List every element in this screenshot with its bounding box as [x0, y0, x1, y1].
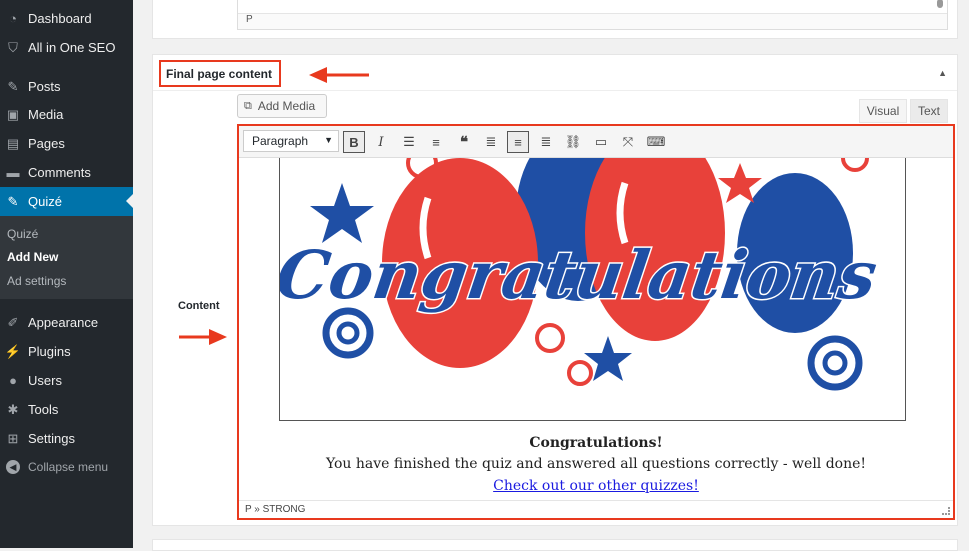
chevron-down-icon: ▼ [324, 135, 333, 145]
pin-icon: ✎ [7, 193, 19, 209]
link-icon[interactable]: ⛓ [562, 131, 584, 153]
pin-icon: ✎ [7, 78, 19, 94]
sidebar-item-label: All in One SEO [28, 40, 116, 55]
image-congratulations-text: Congratulations [280, 236, 882, 314]
collapse-label: Collapse menu [28, 460, 109, 474]
congratulations-image-graphic: Congratulations [280, 158, 883, 391]
content-label: Content [178, 300, 220, 312]
sidebar-item-dashboard[interactable]: ◔ Dashboard [0, 4, 133, 33]
document-paragraph[interactable]: You have finished the quiz and answered … [239, 456, 953, 472]
next-panel [152, 539, 958, 551]
previous-editor[interactable]: P [237, 0, 948, 30]
sidebar-item-settings[interactable]: ⊞ Settings [0, 424, 133, 453]
fullscreen-icon[interactable]: ⤧ [617, 131, 639, 153]
panel-title: Final page content [159, 60, 281, 87]
sidebar-item-label: Plugins [28, 344, 71, 359]
sidebar-item-seo[interactable]: ⛉ All in One SEO [0, 33, 133, 62]
content-editor[interactable]: Paragraph ▼ B I ☰ ≡ ❝ ≣ ≡ ≣ ⛓ ▭ ⤧ ⌨ Cong… [237, 124, 955, 520]
admin-sidebar: ◔ Dashboard ⛉ All in One SEO ✎ Posts ▣ M… [0, 0, 133, 548]
tab-visual[interactable]: Visual [859, 99, 907, 123]
final-page-content-panel: Final page content ▲ ⧉ Add Media Visual … [152, 54, 958, 526]
sidebar-item-pages[interactable]: ▤ Pages [0, 129, 133, 158]
pages-icon: ▤ [6, 135, 20, 151]
format-select[interactable]: Paragraph ▼ [243, 130, 339, 152]
sidebar-item-label: Quizé [28, 194, 62, 209]
sidebar-item-label: Appearance [28, 315, 99, 330]
blockquote-button[interactable]: ❝ [453, 131, 475, 153]
scrollbar[interactable] [937, 0, 943, 8]
brush-icon: ✐ [7, 314, 19, 330]
quize-submenu: Quizé Add New Ad settings [0, 216, 133, 299]
comment-icon: ▬ [6, 165, 20, 180]
wrench-icon: ✱ [7, 401, 19, 417]
other-quizzes-link[interactable]: Check out our other quizzes! [239, 478, 953, 494]
sidebar-item-users[interactable]: ● Users [0, 366, 133, 395]
bold-button[interactable]: B [343, 131, 365, 153]
sidebar-item-label: Users [28, 373, 62, 388]
italic-button[interactable]: I [370, 131, 392, 153]
submenu-item-add-new[interactable]: Add New [7, 250, 58, 264]
sidebar-item-label: Comments [28, 165, 91, 180]
media-icon: ⧉ [244, 99, 252, 112]
sidebar-item-appearance[interactable]: ✐ Appearance [0, 308, 133, 337]
congratulations-image[interactable]: Congratulations [279, 158, 906, 421]
previous-editor-panel: P [152, 0, 958, 39]
numbered-list-button[interactable]: ≡ [425, 131, 447, 153]
resize-handle-icon[interactable] [942, 507, 950, 515]
sidebar-item-posts[interactable]: ✎ Posts [0, 72, 133, 101]
editor-toolbar: Paragraph ▼ B I ☰ ≡ ❝ ≣ ≡ ≣ ⛓ ▭ ⤧ ⌨ [239, 126, 953, 158]
collapse-menu-button[interactable]: ◀ Collapse menu [0, 456, 133, 478]
pointer-arrow-icon [179, 329, 227, 345]
submenu-item-ad-settings[interactable]: Ad settings [7, 274, 66, 288]
collapse-icon: ◀ [6, 460, 20, 474]
sidebar-item-comments[interactable]: ▬ Comments [0, 158, 133, 187]
sidebar-item-media[interactable]: ▣ Media [0, 100, 133, 129]
shield-icon: ⛉ [8, 39, 18, 55]
settings-icon: ⊞ [7, 430, 19, 446]
bullet-list-button[interactable]: ☰ [398, 131, 420, 153]
tab-text[interactable]: Text [910, 99, 948, 123]
sidebar-item-quize[interactable]: ✎ Quizé [0, 187, 133, 216]
panel-header[interactable]: Final page content ▲ [153, 55, 957, 91]
sidebar-item-label: Settings [28, 431, 75, 446]
toolbar-toggle-button[interactable]: ⌨ [645, 131, 667, 153]
document-heading[interactable]: Congratulations! [239, 435, 953, 451]
add-media-button[interactable]: ⧉ Add Media [237, 94, 327, 118]
format-select-value: Paragraph [252, 134, 309, 148]
collapse-arrow-icon[interactable]: ▲ [938, 68, 947, 78]
align-center-button[interactable]: ≡ [507, 131, 529, 153]
editor-status-path: P » STRONG [239, 500, 953, 518]
align-left-button[interactable]: ≣ [480, 131, 502, 153]
sidebar-item-label: Dashboard [28, 11, 92, 26]
add-media-label: Add Media [257, 99, 316, 113]
media-icon: ▣ [6, 106, 20, 122]
sidebar-item-label: Posts [28, 79, 61, 94]
sidebar-item-tools[interactable]: ✱ Tools [0, 395, 133, 424]
submenu-item-quize[interactable]: Quizé [7, 227, 38, 241]
pointer-arrow-icon [309, 67, 369, 83]
sidebar-item-label: Media [28, 107, 64, 122]
plugin-icon: ⚡ [4, 343, 22, 359]
sidebar-item-label: Tools [28, 402, 59, 417]
dashboard-icon: ◔ [9, 11, 17, 26]
align-right-button[interactable]: ≣ [535, 131, 557, 153]
sidebar-item-label: Pages [28, 136, 65, 151]
sidebar-item-plugins[interactable]: ⚡ Plugins [0, 337, 133, 366]
read-more-button[interactable]: ▭ [590, 131, 612, 153]
editor-status-path: P [238, 13, 947, 29]
user-icon: ● [9, 373, 17, 388]
